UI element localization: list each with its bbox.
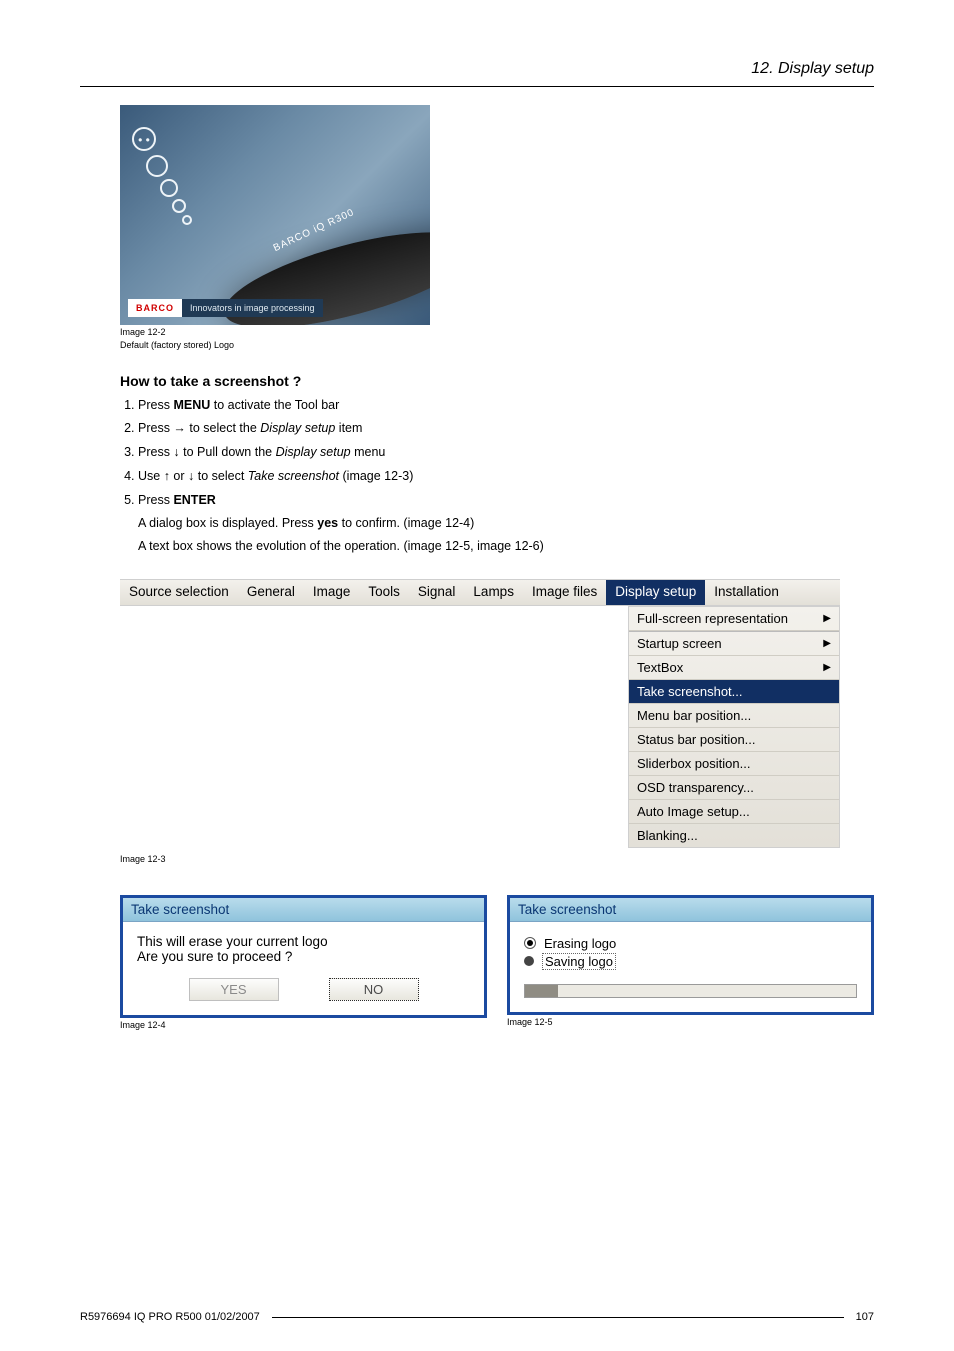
menu-installation[interactable]: Installation — [705, 580, 788, 605]
step-5-sub1: A dialog box is displayed. Press yes to … — [138, 515, 874, 532]
menu-item-fullscreen-representation[interactable]: Full-screen representation▶ — [629, 607, 839, 631]
figure-caption-12-4: Image 12-4 — [120, 1020, 487, 1031]
footer-page-number: 107 — [856, 1311, 874, 1323]
dialog-confirm-screenshot: Take screenshot This will erase your cur… — [120, 895, 487, 1018]
menu-item-blanking[interactable]: Blanking... — [629, 824, 839, 847]
logo-slogan: Innovators in image processing — [182, 299, 323, 317]
bullet-icon — [524, 956, 534, 966]
menu-image-files[interactable]: Image files — [523, 580, 606, 605]
no-button[interactable]: NO — [329, 978, 419, 1001]
menu-signal[interactable]: Signal — [409, 580, 465, 605]
dialog-line2: Are you sure to proceed ? — [137, 949, 470, 964]
menu-lamps[interactable]: Lamps — [464, 580, 523, 605]
menu-item-statusbar-position[interactable]: Status bar position... — [629, 728, 839, 752]
figure-default-logo: BARCO iQ R300 • • BARCO Innovators in im… — [120, 105, 430, 325]
section-title: 12. Display setup — [80, 60, 874, 78]
submenu-arrow-icon: ▶ — [823, 613, 831, 624]
figure-caption-12-2-line2: Default (factory stored) Logo — [120, 340, 874, 351]
dialog-title: Take screenshot — [123, 898, 484, 922]
step-5-sub2: A text box shows the evolution of the op… — [138, 538, 874, 555]
barco-badge: BARCO Innovators in image processing — [128, 299, 323, 317]
footer-doc-id: R5976694 IQ PRO R500 01/02/2007 — [80, 1311, 260, 1323]
menu-item-sliderbox-position[interactable]: Sliderbox position... — [629, 752, 839, 776]
step-2: Press → to select the Display setup item — [138, 420, 874, 437]
menu-display-setup[interactable]: Display setup — [606, 580, 705, 605]
figure-caption-12-5: Image 12-5 — [507, 1017, 874, 1028]
menu-tools[interactable]: Tools — [359, 580, 409, 605]
step-1: Press MENU to activate the Tool bar — [138, 397, 874, 414]
menu-source-selection[interactable]: Source selection — [120, 580, 238, 605]
header-rule — [80, 86, 874, 87]
progress-bar — [524, 984, 857, 998]
menu-item-take-screenshot[interactable]: Take screenshot... — [629, 680, 839, 704]
menu-item-auto-image-setup[interactable]: Auto Image setup... — [629, 800, 839, 824]
yes-button[interactable]: YES — [189, 978, 279, 1001]
display-setup-dropdown: Full-screen representation▶ Startup scre… — [628, 606, 840, 848]
option-erasing-logo: Erasing logo — [524, 936, 857, 951]
dialog-line1: This will erase your current logo — [137, 934, 470, 949]
subheading: How to take a screenshot ? — [120, 373, 874, 389]
submenu-arrow-icon: ▶ — [823, 638, 831, 649]
menu-item-textbox[interactable]: TextBox▶ — [629, 656, 839, 680]
step-5: Press ENTER A dialog box is displayed. P… — [138, 492, 874, 555]
figure-caption-12-3: Image 12-3 — [120, 854, 874, 865]
menu-item-osd-transparency[interactable]: OSD transparency... — [629, 776, 839, 800]
step-3: Press ↓ to Pull down the Display setup m… — [138, 444, 874, 461]
steps-list: Press MENU to activate the Tool bar Pres… — [120, 397, 874, 555]
page-footer: R5976694 IQ PRO R500 01/02/2007 107 — [80, 1311, 874, 1323]
logo-brand: BARCO — [128, 299, 182, 317]
figure-caption-12-2-line1: Image 12-2 — [120, 327, 874, 338]
menu-bar: Source selection General Image Tools Sig… — [120, 579, 840, 606]
step-4: Use ↑ or ↓ to select Take screenshot (im… — [138, 468, 874, 485]
menu-item-startup-screen[interactable]: Startup screen▶ — [629, 632, 839, 656]
dialog-screenshot-progress: Take screenshot Erasing logo Saving logo — [507, 895, 874, 1015]
radio-selected-icon — [524, 937, 536, 949]
option-saving-logo: Saving logo — [524, 953, 857, 970]
submenu-arrow-icon: ▶ — [823, 662, 831, 673]
menu-item-menubar-position[interactable]: Menu bar position... — [629, 704, 839, 728]
menu-image[interactable]: Image — [304, 580, 360, 605]
menu-general[interactable]: General — [238, 580, 304, 605]
dialog-title: Take screenshot — [510, 898, 871, 922]
